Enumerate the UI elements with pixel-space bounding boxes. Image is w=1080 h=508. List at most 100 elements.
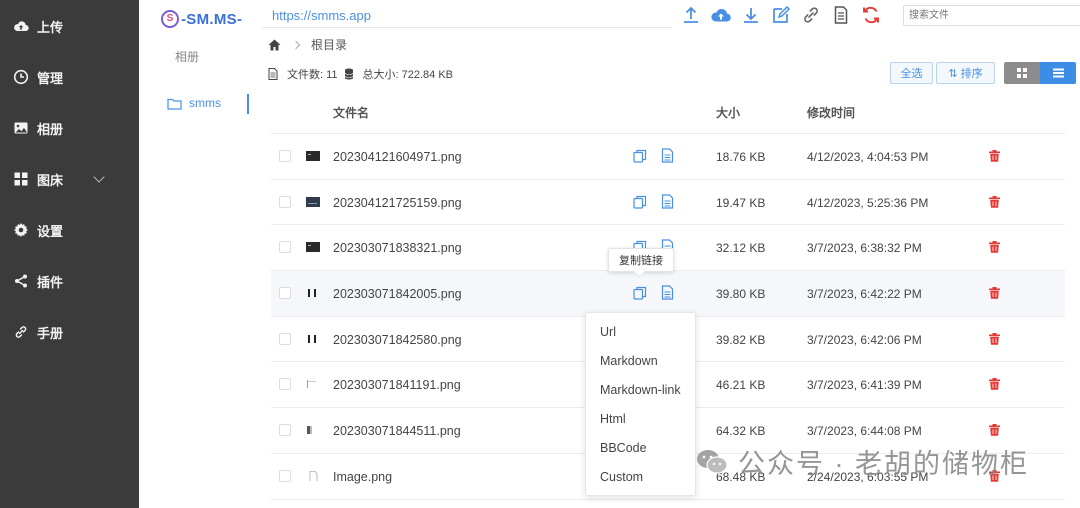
file-name[interactable]: 202303071844511.png: [333, 424, 461, 438]
sidebar-item-manual[interactable]: 手册: [0, 314, 139, 350]
row-checkbox[interactable]: [279, 195, 291, 208]
sidebar-item-plugins[interactable]: 插件: [0, 263, 139, 299]
menu-item-custom[interactable]: Custom: [586, 462, 695, 491]
share-icon: [15, 274, 27, 288]
search-input[interactable]: [903, 5, 1080, 26]
menu-item-html[interactable]: Html: [586, 404, 695, 433]
menu-item-bbcode[interactable]: BBCode: [586, 433, 695, 462]
table-row[interactable]: 202304121604971.png 18.76 KB 4/12/2023, 4:…: [271, 134, 1065, 180]
chevron-down-icon: [93, 171, 105, 183]
upload-button[interactable]: [680, 4, 702, 26]
thumbnail: [308, 289, 316, 298]
url-field[interactable]: [262, 4, 672, 28]
trash-icon[interactable]: [989, 287, 1000, 299]
menu-item-url[interactable]: Url: [586, 317, 695, 346]
watermark: 公众号 · 老胡的储物柜: [696, 442, 1029, 481]
sidebar-item-label: 手册: [37, 325, 64, 341]
sidebar-item-manage[interactable]: 管理: [0, 59, 139, 95]
chevron-right-icon: [291, 40, 301, 49]
table-row[interactable]: 202304121725159.png 19.47 KB 4/12/2023, 5:…: [271, 180, 1065, 226]
sort-button[interactable]: ⇅ 排序: [936, 62, 995, 84]
select-all-button[interactable]: 全选: [890, 62, 933, 84]
file-mtime: 3/7/2023, 6:44:08 PM: [807, 424, 922, 439]
document-icon[interactable]: [661, 148, 674, 163]
file-size: 19.47 KB: [716, 195, 766, 210]
row-checkbox[interactable]: [279, 378, 291, 391]
column-header-size[interactable]: 大小: [716, 104, 740, 121]
logo-letter: S: [166, 13, 174, 24]
file-name[interactable]: 202303071842580.png: [333, 333, 462, 347]
sidebar-item-label: 管理: [37, 70, 64, 86]
file-name[interactable]: 202304121604971.png: [333, 150, 462, 164]
row-checkbox[interactable]: [279, 332, 291, 345]
link-button[interactable]: [800, 4, 822, 26]
image-icon: [14, 122, 28, 134]
file-name[interactable]: Image.png: [333, 470, 392, 484]
gear-icon: [14, 223, 28, 237]
copy-icon[interactable]: [633, 195, 647, 209]
trash-icon[interactable]: [989, 241, 1000, 254]
grid-icon: [14, 172, 28, 186]
file-name[interactable]: 202304121725159.png: [333, 196, 462, 210]
column-header-name[interactable]: 文件名: [333, 104, 369, 121]
edit-button[interactable]: [770, 4, 792, 26]
list-view-button[interactable]: [1040, 62, 1076, 84]
table-header: 文件名 大小 修改时间: [271, 92, 1065, 134]
folder-icon: [167, 98, 182, 110]
file-name[interactable]: 202303071838321.png: [333, 241, 462, 255]
app-window: 上传 管理 相册 图床 设置 插件 手册 S -SM.MS- 相册 smms h…: [0, 0, 1080, 508]
menu-item-markdown-link[interactable]: Markdown-link: [586, 375, 695, 404]
document-button[interactable]: [830, 4, 852, 26]
file-name[interactable]: 202303071842005.png: [333, 287, 462, 301]
link-icon: [15, 326, 27, 338]
file-size: 64.32 KB: [716, 424, 766, 439]
row-checkbox[interactable]: [279, 424, 291, 437]
sidebar-item-label: 设置: [37, 223, 64, 239]
database-icon: [344, 68, 353, 80]
sidebar-item-label: 上传: [37, 19, 64, 35]
row-checkbox[interactable]: [279, 469, 291, 482]
thumbnail: [307, 380, 316, 389]
sidebar-item-settings[interactable]: 设置: [0, 212, 139, 248]
trash-icon[interactable]: [989, 195, 1000, 208]
row-checkbox[interactable]: [279, 150, 291, 162]
trash-icon[interactable]: [989, 332, 1000, 345]
file-name[interactable]: 202303071841191.png: [333, 378, 461, 392]
row-checkbox[interactable]: [279, 241, 291, 254]
thumbnail: [308, 334, 316, 343]
thumbnail: [306, 242, 320, 253]
download-button[interactable]: [740, 4, 762, 26]
album-item-smms[interactable]: smms: [167, 96, 221, 110]
trash-icon[interactable]: [989, 424, 1000, 436]
column-header-mtime[interactable]: 修改时间: [807, 104, 855, 121]
document-icon[interactable]: [661, 194, 674, 209]
breadcrumb-root[interactable]: 根目录: [311, 36, 347, 53]
file-count: 文件数: 11: [287, 69, 338, 81]
file-mtime: 3/7/2023, 6:42:22 PM: [807, 287, 922, 302]
cloud-upload-button[interactable]: [710, 4, 732, 26]
sidebar-item-albums[interactable]: 相册: [0, 110, 139, 146]
thumbnail: [309, 470, 318, 481]
refresh-button[interactable]: [860, 4, 882, 26]
thumbnail: [307, 426, 312, 435]
home-icon[interactable]: [268, 39, 281, 51]
copy-icon[interactable]: [633, 149, 647, 163]
row-checkbox[interactable]: [279, 287, 291, 300]
trash-icon[interactable]: [989, 150, 1000, 162]
file-mtime: 3/7/2023, 6:42:06 PM: [807, 332, 922, 347]
sidebar-item-upload[interactable]: 上传: [0, 8, 139, 44]
document-icon[interactable]: [661, 285, 674, 300]
grid-view-button[interactable]: [1004, 62, 1040, 84]
menu-item-markdown[interactable]: Markdown: [586, 346, 695, 375]
download-icon: [744, 8, 758, 23]
file-mtime: 3/7/2023, 6:41:39 PM: [807, 378, 922, 393]
trash-icon[interactable]: [989, 378, 1000, 391]
thumbnail: [306, 196, 320, 207]
file-icon: [268, 68, 278, 80]
copy-format-menu: Url Markdown Markdown-link Html BBCode Custom: [585, 312, 696, 496]
table-row[interactable]: 202303071842005.png 39.80 KB 3/7/2023, 6:4…: [271, 271, 1065, 317]
sidebar-item-imagehost[interactable]: 图床: [0, 161, 139, 197]
storage-stats: 文件数: 11 总大小: 722.84 KB: [268, 66, 453, 82]
file-mtime: 4/12/2023, 4:04:53 PM: [807, 150, 929, 164]
copy-icon[interactable]: [633, 286, 647, 300]
